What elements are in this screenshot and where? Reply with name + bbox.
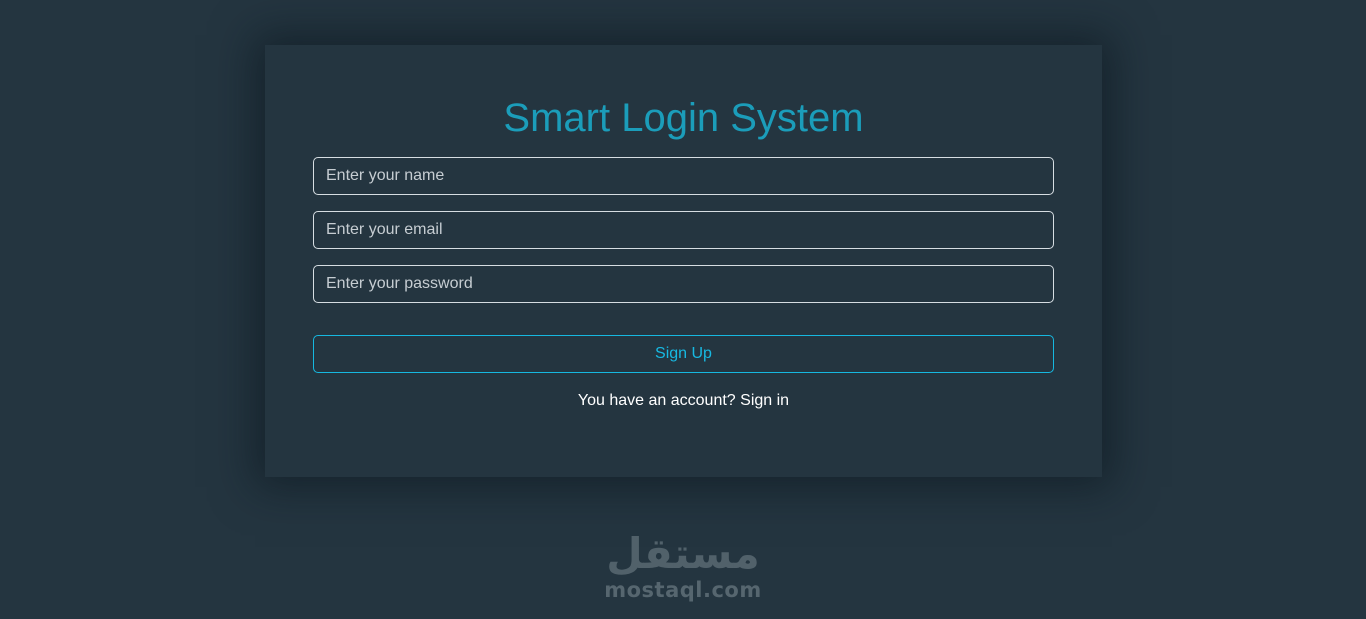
signin-link[interactable]: Sign in: [740, 392, 789, 409]
mostaql-watermark: مستقل mostaql.com: [583, 529, 783, 603]
watermark-arabic-text: مستقل: [606, 529, 760, 578]
name-input[interactable]: [313, 157, 1054, 195]
page: Smart Login System Sign Up You have an a…: [0, 0, 1366, 619]
page-title: Smart Login System: [503, 96, 864, 140]
password-input[interactable]: [313, 265, 1054, 303]
watermark-latin-text: mostaql.com: [604, 578, 762, 602]
account-prompt-text: You have an account?: [577, 392, 736, 409]
signup-card: Smart Login System Sign Up You have an a…: [265, 45, 1102, 477]
email-input[interactable]: [313, 211, 1054, 249]
signin-prompt: You have an account? Sign in: [265, 391, 1102, 411]
signup-button[interactable]: Sign Up: [313, 335, 1054, 373]
